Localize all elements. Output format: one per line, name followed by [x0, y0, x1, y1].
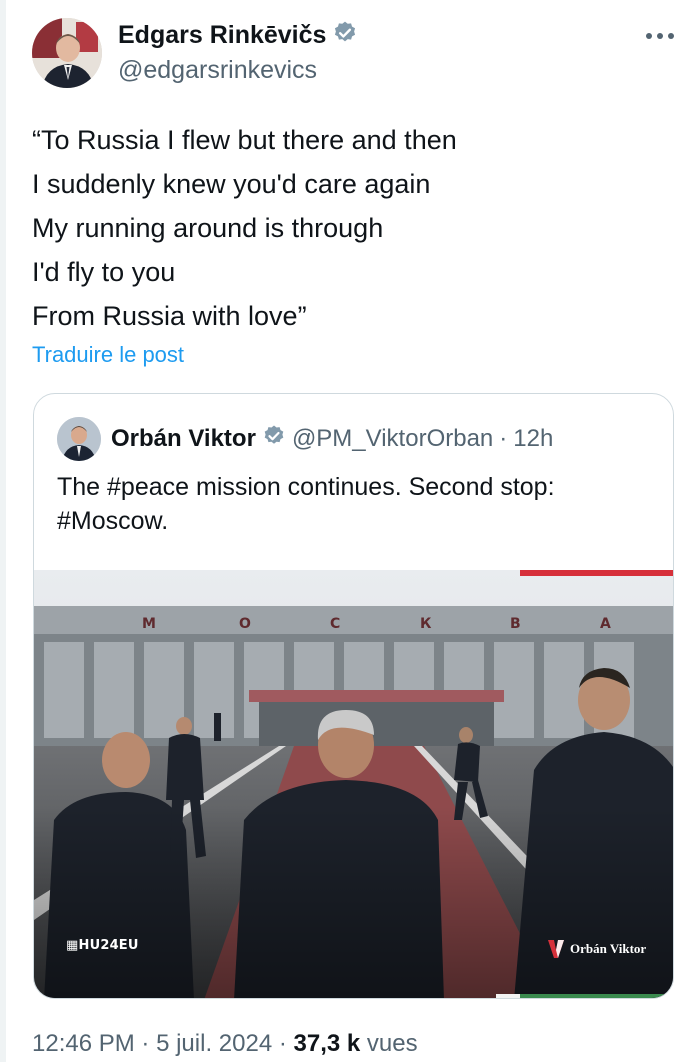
author-avatar[interactable] [32, 18, 102, 88]
meta-separator: · [278, 1030, 287, 1057]
quoted-text: The #peace mission continues. Second sto… [57, 470, 657, 538]
views-count: 37,3 k [293, 1030, 361, 1057]
tweet-line: From Russia with love” [32, 301, 307, 331]
meta-separator: · [141, 1030, 150, 1057]
tweet-meta: 12:46 PM · 5 juil. 2024 · 37,3 k vues [32, 1030, 418, 1058]
orban-viktor-watermark-text: Orbán Viktor [570, 941, 647, 956]
quoted-text-line: The #peace mission continues. Second sto… [57, 473, 555, 501]
tweet-line: “To Russia I flew but there and then [32, 125, 457, 155]
author-display-name[interactable]: Edgars Rinkēvičs [118, 21, 326, 50]
orban-viktor-watermark: Orbán Viktor [548, 940, 646, 958]
verified-badge-icon [332, 20, 358, 51]
tweet-line: I suddenly knew you'd care again [32, 169, 431, 199]
tweet-text: “To Russia I flew but there and then I s… [32, 118, 672, 338]
tweet-date[interactable]: 5 juil. 2024 [156, 1030, 272, 1057]
timeline-border [0, 0, 6, 1062]
translate-post-link[interactable]: Traduire le post [32, 342, 184, 368]
author-name-row[interactable]: Edgars Rinkēvičs [118, 20, 358, 51]
tweet-line: I'd fly to you [32, 257, 176, 287]
quoted-tweet-card[interactable]: Orbán Viktor @PM_ViktorOrban · 12h The #… [33, 393, 674, 999]
orban-v-logo-icon [548, 940, 564, 958]
quoted-media-photo[interactable]: МОС КВА [34, 570, 673, 998]
tweet-line: My running around is through [32, 213, 384, 243]
more-options-button[interactable] [640, 22, 680, 50]
author-avatar-image [32, 18, 102, 88]
airport-photo-image: МОС КВА [34, 570, 673, 998]
tweet-time[interactable]: 12:46 PM [32, 1030, 135, 1057]
author-handle[interactable]: @edgarsrinkevics [118, 56, 317, 85]
quoted-timestamp[interactable]: 12h [513, 425, 553, 453]
quoted-author-avatar-image [57, 417, 101, 461]
views-label: vues [366, 1030, 418, 1057]
quoted-text-line: #Moscow. [57, 507, 169, 535]
quoted-separator: · [499, 424, 508, 452]
hu24eu-watermark: ▦HU24EU [66, 938, 139, 953]
verified-badge-icon [262, 424, 286, 453]
ellipsis-icon [646, 33, 674, 39]
hu24eu-watermark-text: HU24EU [78, 938, 139, 953]
quoted-handle[interactable]: @PM_ViktorOrban [292, 425, 493, 453]
grid-logo-icon: ▦ [66, 938, 79, 953]
quoted-display-name[interactable]: Orbán Viktor [111, 425, 256, 453]
quoted-author-avatar[interactable] [57, 417, 101, 461]
quoted-header: Orbán Viktor @PM_ViktorOrban · 12h [111, 424, 553, 453]
